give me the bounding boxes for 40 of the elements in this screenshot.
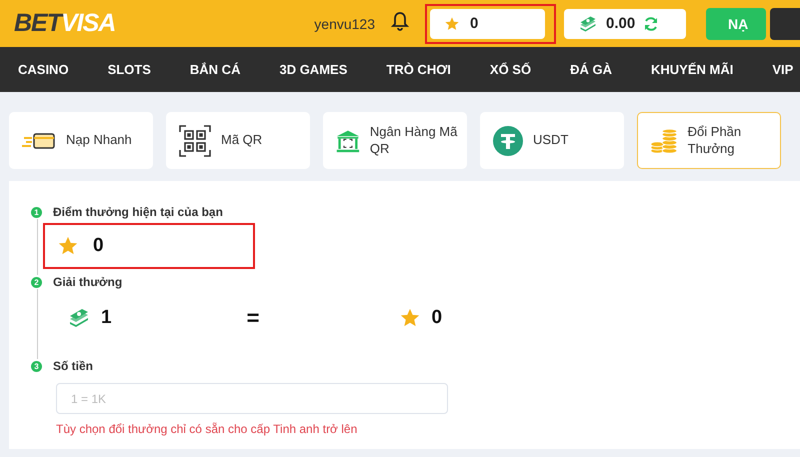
cash-icon [67,306,91,330]
cash-icon [578,14,598,34]
star-icon [57,235,79,257]
equals-sign: = [246,305,260,331]
payment-method-tab[interactable]: USDT [480,112,624,169]
cash-amount: 1 [101,307,112,329]
tether-icon [493,126,523,156]
nav-link[interactable]: 3D GAMES [279,62,348,77]
nav-link[interactable]: CASINO [18,62,69,77]
step-number: 1 [31,207,42,218]
nav-link[interactable]: ĐÁ GÀ [570,62,612,77]
nav-link[interactable]: KHUYẾN MÃI [650,62,734,77]
account-button[interactable] [770,8,800,40]
nav-link[interactable]: TRÒ CHƠI [386,62,451,77]
points-display: 0 [430,8,545,38]
points-amount: 0 [431,307,442,329]
balance-display: 0.00 [564,8,686,38]
points-display: 0 [43,223,255,269]
nav-link[interactable]: BẮN CÁ [190,62,240,77]
payment-method-tab[interactable]: Đổi Phần Thưởng [637,112,781,169]
nav-link[interactable]: XỔ SỐ [490,62,532,77]
qr-code-icon [179,124,211,156]
bell-icon[interactable] [391,11,409,31]
step-title: Số tiền [53,359,94,373]
username: yenvu123 [314,16,375,32]
step-number: 3 [31,361,42,372]
card-icon [22,130,56,150]
amount-input[interactable]: 1 = 1K [56,383,448,414]
payment-method-tab[interactable]: Ngân Hàng Mã QR [323,112,467,169]
step-number: 2 [31,277,42,288]
nav-link[interactable]: VIP [772,62,794,77]
payment-method-tab[interactable]: Nạp Nhanh [9,112,153,169]
nav-link[interactable]: SLOTS [108,62,151,77]
step-title: Giải thưởng [53,275,124,289]
step-title: Điểm thưởng hiện tại của bạn [53,205,224,219]
warning-text: Tùy chọn đổi thưởng chỉ có sẵn cho cấp Tinh anh trở lên [56,422,358,436]
star-icon [444,16,460,32]
logo[interactable]: BETVISA [14,9,116,38]
payment-method-tab[interactable]: Mã QR [166,112,310,169]
star-icon [399,307,422,329]
